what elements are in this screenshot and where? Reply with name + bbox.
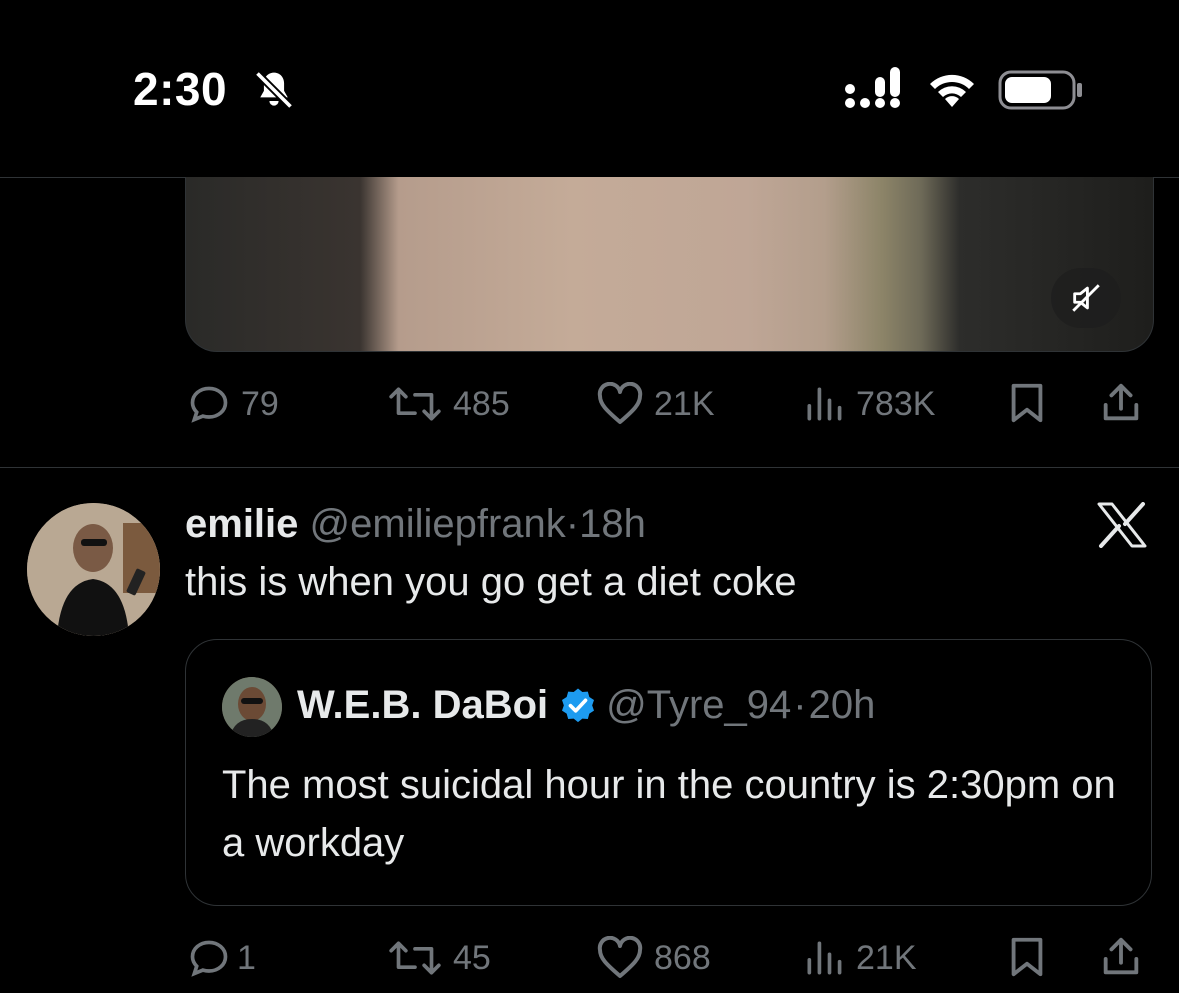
tweet-time[interactable]: 18h [579,502,646,546]
author-name[interactable]: emilie [185,502,298,546]
views-icon [807,387,842,421]
x-logo-icon [1097,502,1147,548]
quote-avatar-photo [222,677,282,737]
quote-avatar[interactable] [222,677,282,737]
bookmark-icon[interactable] [1004,934,1050,980]
repost-button[interactable]: 485 [387,382,510,426]
reply-button[interactable]: 1 [187,936,256,980]
tweet-header: emilie @emiliepfrank·18h [185,502,646,547]
share-icon[interactable] [1098,934,1144,980]
like-button[interactable]: 21K [596,382,715,426]
meta-separator: · [565,502,580,546]
status-time: 2:30 [133,63,228,115]
speaker-muted-icon [1072,284,1100,312]
bookmark-icon[interactable] [1004,380,1050,426]
quote-author-name[interactable]: W.E.B. DaBoi [297,683,548,728]
quote-header: W.E.B. DaBoi @Tyre_94 · 20h [297,683,875,728]
share-icon[interactable] [1098,380,1144,426]
heart-icon [597,382,643,424]
repost-count: 485 [453,384,510,423]
avatar-photo [27,503,160,636]
tweet-divider [0,467,1179,468]
reply-button[interactable]: 79 [187,382,279,426]
repost-count: 45 [453,938,491,977]
author-handle[interactable]: @emiliepfrank [310,502,566,546]
like-count: 21K [654,384,715,423]
view-count: 21K [856,938,917,977]
reply-icon [190,386,228,423]
screen: 2:30 79 485 21K 783K emilie @emiliepfran… [0,0,1179,993]
bell-slash-icon [254,70,294,110]
like-button[interactable]: 868 [596,936,711,980]
video-player[interactable] [185,177,1154,352]
mute-toggle-button[interactable] [1051,268,1121,328]
quote-text: The most suicidal hour in the country is… [222,763,1116,865]
quote-author-handle[interactable]: @Tyre_94 [606,683,791,728]
repost-icon [389,941,441,975]
reply-icon [190,940,228,977]
repost-button[interactable]: 45 [387,936,491,980]
view-count: 783K [856,384,936,423]
tweet-text: this is when you go get a diet coke [185,560,797,604]
views-button[interactable]: 783K [802,382,935,426]
repost-icon [389,387,441,421]
wifi-icon [930,74,974,107]
quote-meta-separator: · [793,683,807,727]
avatar[interactable] [27,503,160,636]
quote-time[interactable]: 20h [809,683,876,728]
views-button[interactable]: 21K [802,936,917,980]
reply-count: 79 [241,384,279,423]
reply-count: 1 [237,938,256,977]
battery-icon [998,70,1082,110]
views-icon [807,941,842,975]
heart-icon [597,936,643,978]
verified-badge-icon [562,688,595,722]
cellular-signal-icon [845,67,900,108]
like-count: 868 [654,938,711,977]
